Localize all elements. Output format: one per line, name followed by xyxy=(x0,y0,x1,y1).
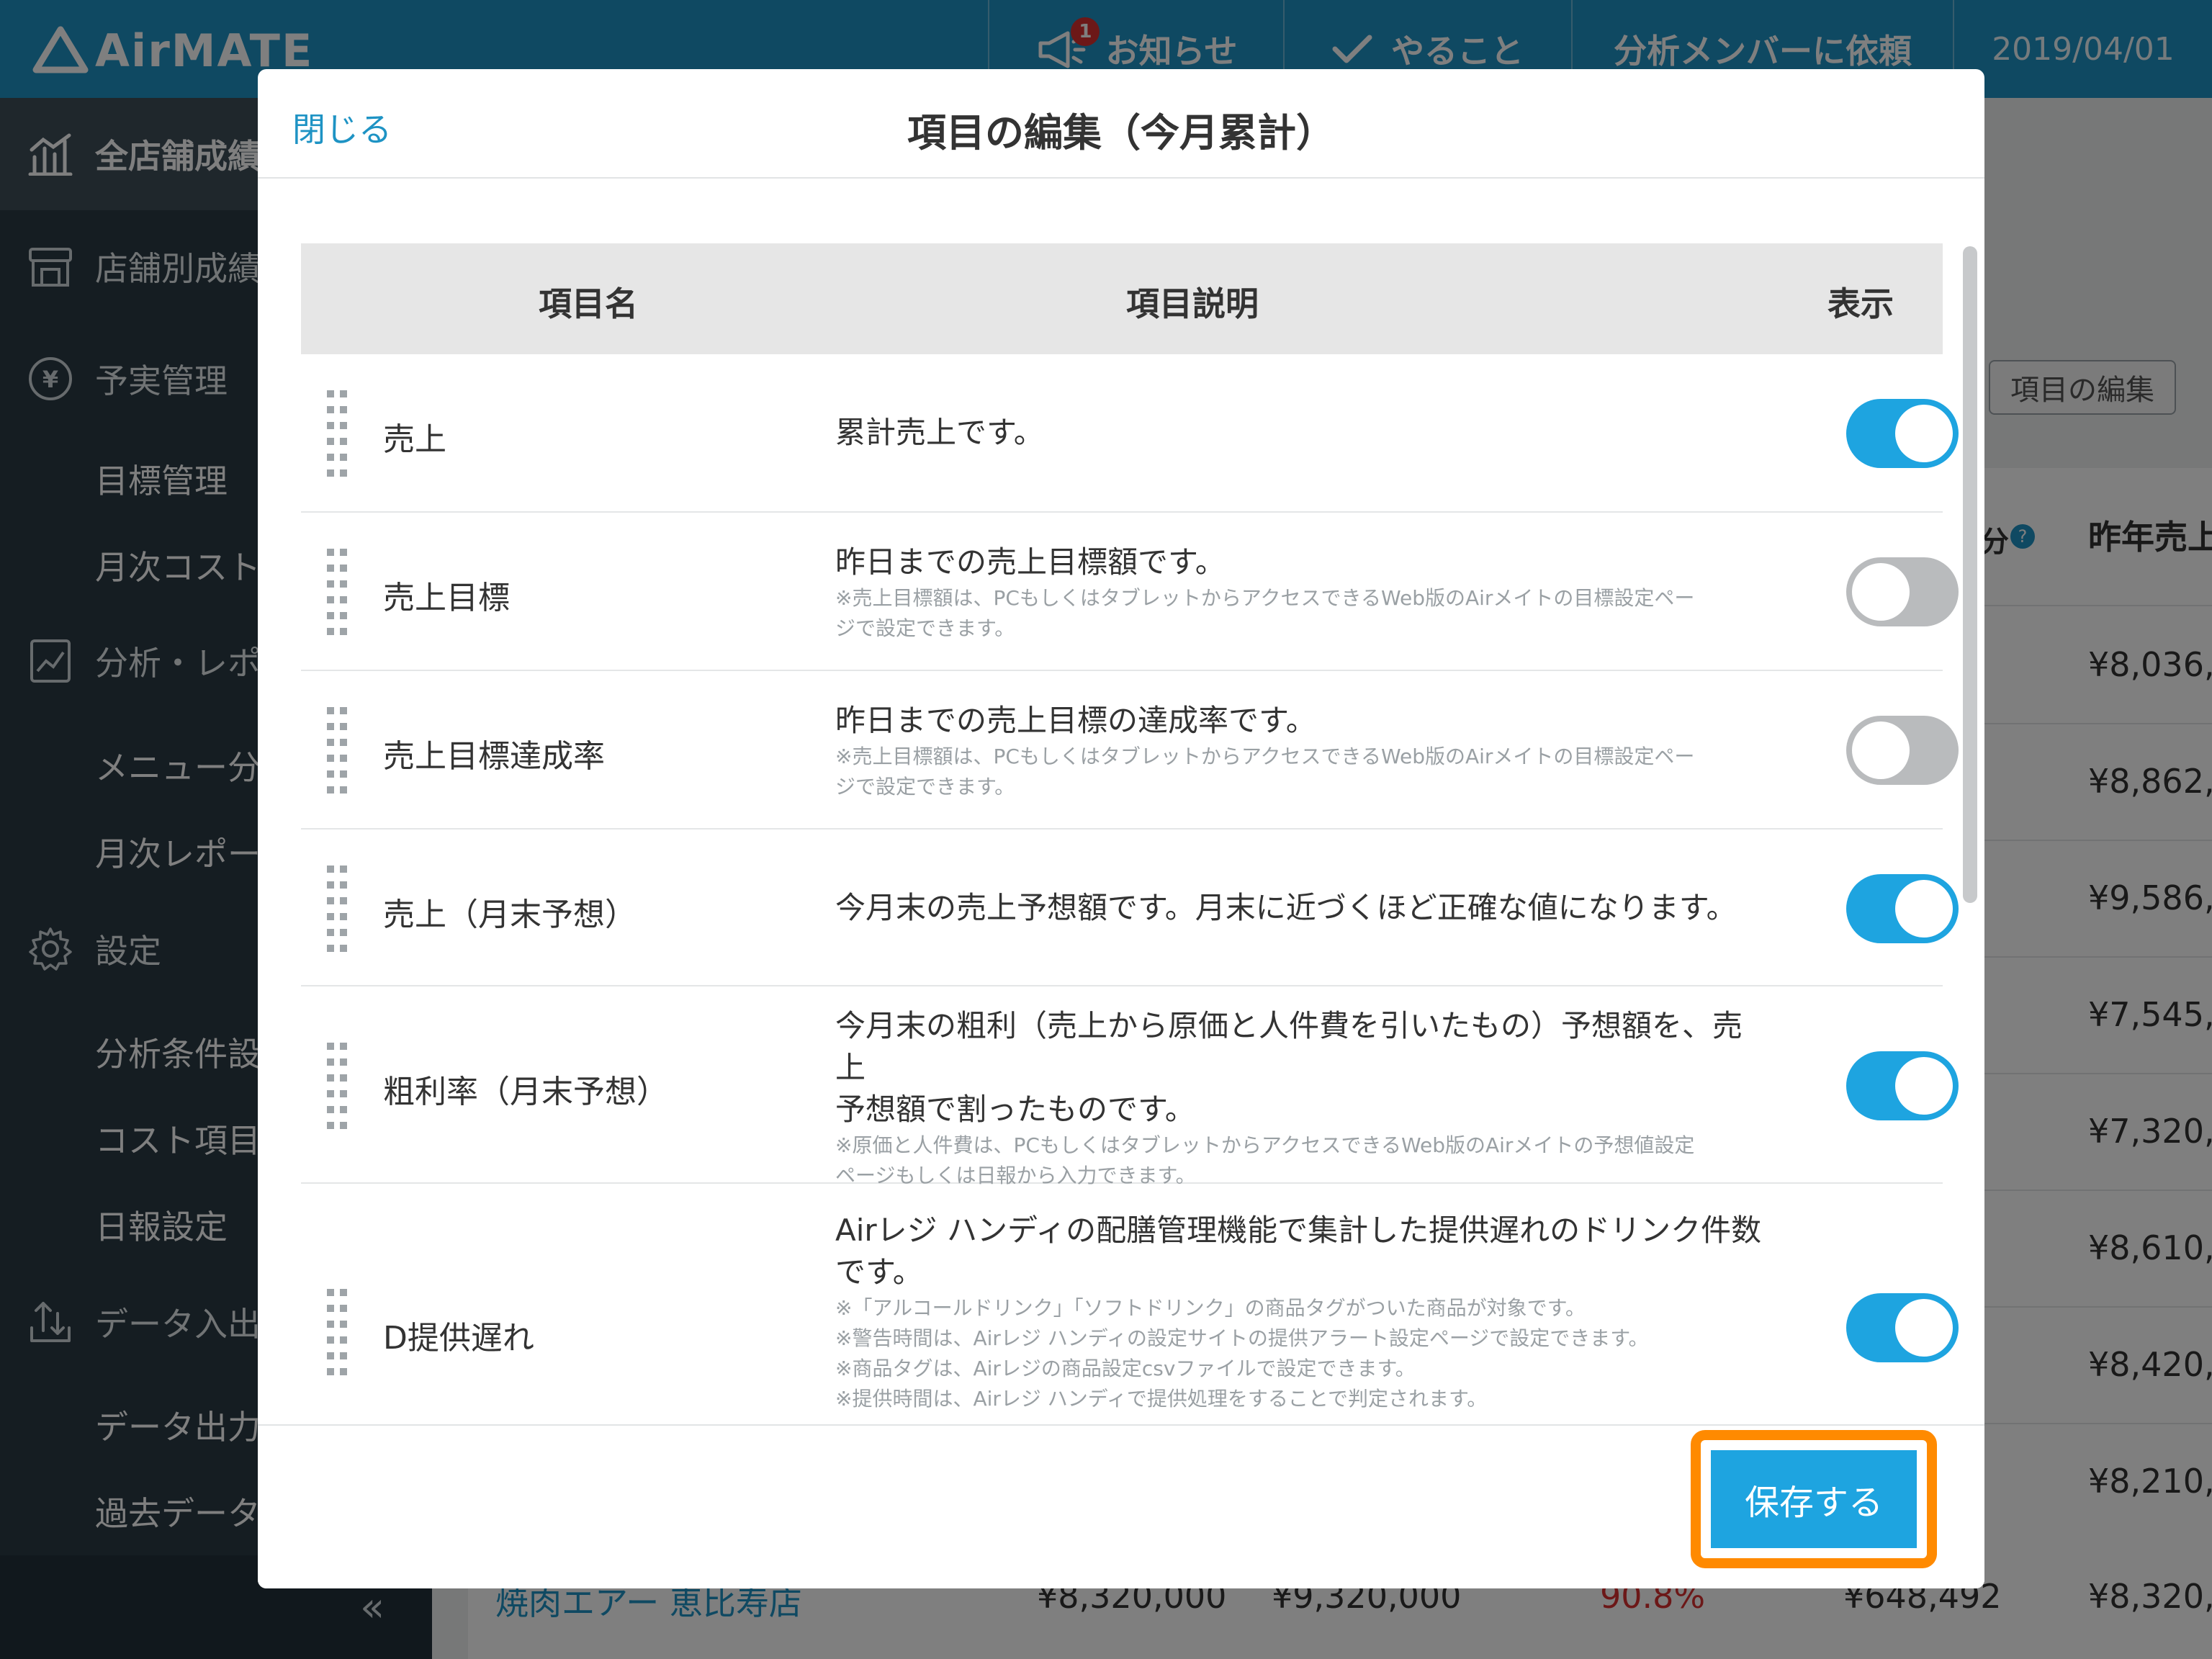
description-note: ※売上目標額は、PCもしくはタブレットからアクセスできるWeb版のAirメイトの… xyxy=(835,745,1695,768)
description-text: Airレジ ハンディの配膳管理機能で集計した提供遅れのドリンク件数 です。 xyxy=(835,1213,1762,1290)
toggle-knob xyxy=(1895,1299,1953,1357)
description-note: ※商品タグは、Airレジの商品設定csvファイルで設定できます。 xyxy=(835,1357,1416,1380)
drag-handle-icon[interactable] xyxy=(327,707,349,793)
toggle-knob xyxy=(1852,721,1910,779)
description-note: ※警告時間は、Airレジ ハンディの設定サイトの提供アラート設定ページで設定でき… xyxy=(835,1326,1649,1350)
description-text: 昨日までの売上目標の達成率です。 xyxy=(835,703,1316,738)
display-toggle[interactable] xyxy=(1846,1051,1959,1120)
item-description: 今月末の売上予想額です。月末に近づくほど正確な値になります。 xyxy=(835,887,1800,929)
modal-header: 閉じる 項目の編集（今月累計） xyxy=(258,69,1984,179)
save-button[interactable]: 保存する xyxy=(1711,1450,1917,1548)
drag-handle-icon[interactable] xyxy=(327,549,349,635)
drag-handle-icon[interactable] xyxy=(327,390,349,477)
modal-scrollbar[interactable] xyxy=(1963,246,1977,903)
table-row: 売上目標達成率 昨日までの売上目標の達成率です。 ※売上目標額は、PCもしくはタ… xyxy=(301,671,1959,830)
description-note: ※原価と人件費は、PCもしくはタブレットからアクセスできるWeb版のAirメイト… xyxy=(835,1133,1695,1157)
table-row: 売上（月末予想） 今月末の売上予想額です。月末に近づくほど正確な値になります。 xyxy=(301,830,1959,986)
table-row: 売上目標 昨日までの売上目標額です。 ※売上目標額は、PCもしくはタブレットから… xyxy=(301,513,1959,671)
modal-footer: 保存する xyxy=(258,1424,1984,1588)
item-description: 累計売上です。 xyxy=(835,412,1771,454)
item-name: 売上目標達成率 xyxy=(383,738,605,775)
description-text: 累計売上です。 xyxy=(835,415,1044,450)
drag-handle-icon[interactable] xyxy=(327,1043,349,1129)
modal-scroll-area[interactable]: 項目名 項目説明 表示 売上 累計売上です。 売上目標 昨日までの売上目標額です… xyxy=(258,180,1984,1424)
description-note: ※提供時間は、Airレジ ハンディで提供処理をすることで判定されます。 xyxy=(835,1387,1488,1411)
table-row: D提供遅れ Airレジ ハンディの配膳管理機能で集計した提供遅れのドリンク件数 … xyxy=(301,1184,1959,1424)
display-toggle[interactable] xyxy=(1846,874,1959,943)
drag-handle-icon[interactable] xyxy=(327,1289,349,1375)
display-toggle[interactable] xyxy=(1846,557,1959,626)
description-note: ジで設定できます。 xyxy=(835,616,1015,640)
description-note: ジで設定できます。 xyxy=(835,775,1015,799)
description-note: ※「アルコールドリンク」「ソフトドリンク」の商品タグがついた商品が対象です。 xyxy=(835,1296,1586,1320)
toggle-knob xyxy=(1852,563,1910,621)
item-name: 売上目標 xyxy=(383,580,510,616)
description-text: 今月末の売上予想額です。月末に近づくほど正確な値になります。 xyxy=(835,890,1737,925)
item-name: 粗利率（月末予想） xyxy=(383,1074,668,1110)
item-description: 昨日までの売上目標額です。 ※売上目標額は、PCもしくはタブレットからアクセスで… xyxy=(835,541,1771,644)
item-description: 昨日までの売上目標の達成率です。 ※売上目標額は、PCもしくはタブレットからアク… xyxy=(835,700,1771,802)
column-header-display: 表示 xyxy=(1827,284,1894,323)
description-text: 今月末の粗利（売上から原価と人件費を引いたもの）予想額を、売上 予想額で割ったも… xyxy=(835,1008,1743,1127)
column-header-description: 項目説明 xyxy=(1126,284,1259,323)
item-name: 売上（月末予想） xyxy=(383,896,637,933)
description-note: ※売上目標額は、PCもしくはタブレットからアクセスできるWeb版のAirメイトの… xyxy=(835,586,1695,610)
description-text: 昨日までの売上目標額です。 xyxy=(835,544,1226,580)
item-name: D提供遅れ xyxy=(383,1320,534,1357)
display-toggle[interactable] xyxy=(1846,1293,1959,1362)
display-toggle[interactable] xyxy=(1846,716,1959,785)
column-header-name: 項目名 xyxy=(539,284,638,323)
save-button-highlight: 保存する xyxy=(1691,1430,1937,1568)
table-row: 粗利率（月末予想） 今月末の粗利（売上から原価と人件費を引いたもの）予想額を、売… xyxy=(301,986,1959,1187)
item-name: 売上 xyxy=(383,421,446,458)
modal-title: 項目の編集（今月累計） xyxy=(907,110,1335,156)
toggle-knob xyxy=(1895,880,1953,938)
toggle-knob xyxy=(1895,405,1953,462)
table-row: 売上 累計売上です。 xyxy=(301,354,1959,513)
item-description: Airレジ ハンディの配膳管理機能で集計した提供遅れのドリンク件数 です。 ※「… xyxy=(835,1210,1771,1414)
item-description: 今月末の粗利（売上から原価と人件費を引いたもの）予想額を、売上 予想額で割ったも… xyxy=(835,1005,1771,1191)
edit-items-modal: 閉じる 項目の編集（今月累計） 項目名 項目説明 表示 売上 累計売上です。 売… xyxy=(258,69,1984,1588)
drag-handle-icon[interactable] xyxy=(327,866,349,952)
display-toggle[interactable] xyxy=(1846,399,1959,468)
toggle-knob xyxy=(1895,1057,1953,1115)
table-header: 項目名 項目説明 表示 xyxy=(301,243,1943,354)
